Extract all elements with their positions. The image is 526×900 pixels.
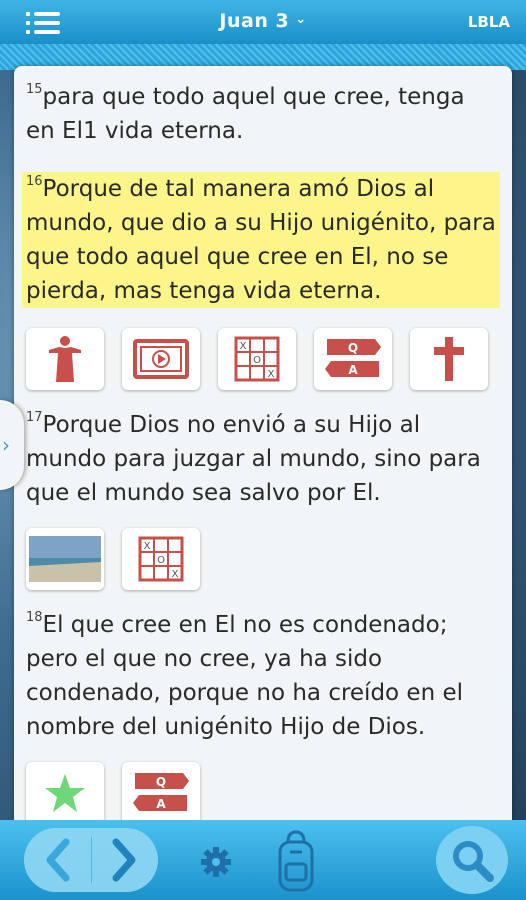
previous-chapter-button[interactable] — [24, 828, 91, 892]
photo-button[interactable] — [26, 528, 104, 590]
verse-text: El que cree en El no es condenado; pero … — [26, 612, 464, 740]
side-drawer-handle[interactable]: › — [0, 400, 24, 490]
qa-icon: Q A — [133, 773, 189, 811]
jesus-figure-button[interactable] — [26, 328, 104, 390]
verse-18-resources: Q A — [26, 762, 200, 824]
question-label: Q — [156, 775, 166, 789]
chevron-down-icon: ⌄ — [295, 12, 307, 27]
verse-number: 16 — [26, 174, 43, 189]
backpack-button[interactable] — [276, 830, 316, 894]
o-mark: O — [253, 355, 261, 366]
tic-tac-toe-icon: X O X — [138, 536, 184, 582]
tic-tac-toe-button[interactable]: X O X — [122, 528, 200, 590]
x-mark: X — [268, 369, 275, 380]
chevron-left-icon — [46, 838, 70, 882]
x-mark: X — [240, 341, 247, 352]
gear-icon — [201, 847, 231, 877]
jesus-figure-icon — [49, 336, 81, 382]
answer-label: A — [348, 363, 358, 377]
answer-label: A — [156, 797, 166, 811]
qa-button[interactable]: Q A — [122, 762, 200, 824]
verse-17[interactable]: 17Porque Dios no envió a su Hijo al mund… — [26, 408, 496, 510]
chevron-right-icon — [112, 838, 136, 882]
cross-icon — [434, 337, 464, 381]
verse-17-resources: X O X — [26, 528, 200, 590]
verse-number: 15 — [26, 82, 43, 97]
verse-15[interactable]: 15para que todo aquel que cree, tenga en… — [26, 80, 496, 148]
settings-button[interactable] — [198, 844, 234, 880]
tic-tac-toe-icon: X O X — [234, 336, 280, 382]
search-button[interactable] — [436, 826, 508, 894]
qa-icon: Q A — [325, 339, 381, 377]
verse-number: 17 — [26, 410, 43, 425]
chevron-right-icon: › — [2, 433, 10, 457]
next-chapter-button[interactable] — [92, 828, 159, 892]
chapter-title: Juan 3 — [219, 10, 290, 32]
top-bar: Juan 3 ⌄ LBLA — [0, 0, 526, 44]
backpack-icon — [278, 830, 314, 892]
search-icon — [453, 841, 494, 882]
cross-button[interactable] — [410, 328, 488, 390]
chapter-selector[interactable]: Juan 3 ⌄ — [0, 10, 526, 32]
qa-button[interactable]: Q A — [314, 328, 392, 390]
verse-18[interactable]: 18El que cree en El no es condenado; per… — [26, 608, 496, 744]
verse-text: para que todo aquel que cree, tenga en E… — [26, 84, 465, 144]
verse-text: Porque de tal manera amó Dios al mundo, … — [26, 176, 496, 304]
verse-number: 18 — [26, 610, 43, 625]
beach-photo-thumbnail — [26, 528, 104, 590]
x-mark: X — [172, 569, 179, 580]
chapter-navigation — [24, 828, 158, 892]
video-icon — [133, 339, 189, 379]
x-mark: X — [144, 541, 151, 552]
video-button[interactable] — [122, 328, 200, 390]
version-button[interactable]: LBLA — [468, 13, 510, 31]
o-mark: O — [157, 555, 165, 566]
favorite-button[interactable] — [26, 762, 104, 824]
verse-16[interactable]: 16Porque de tal manera amó Dios al mundo… — [22, 172, 500, 308]
star-icon — [45, 774, 85, 812]
bottom-toolbar — [0, 820, 526, 900]
question-label: Q — [348, 341, 358, 355]
reading-panel: 15para que todo aquel que cree, tenga en… — [14, 66, 512, 826]
verse-16-resources: X O X Q A — [26, 328, 488, 390]
verse-text: Porque Dios no envió a su Hijo al mundo … — [26, 412, 481, 506]
tic-tac-toe-button[interactable]: X O X — [218, 328, 296, 390]
